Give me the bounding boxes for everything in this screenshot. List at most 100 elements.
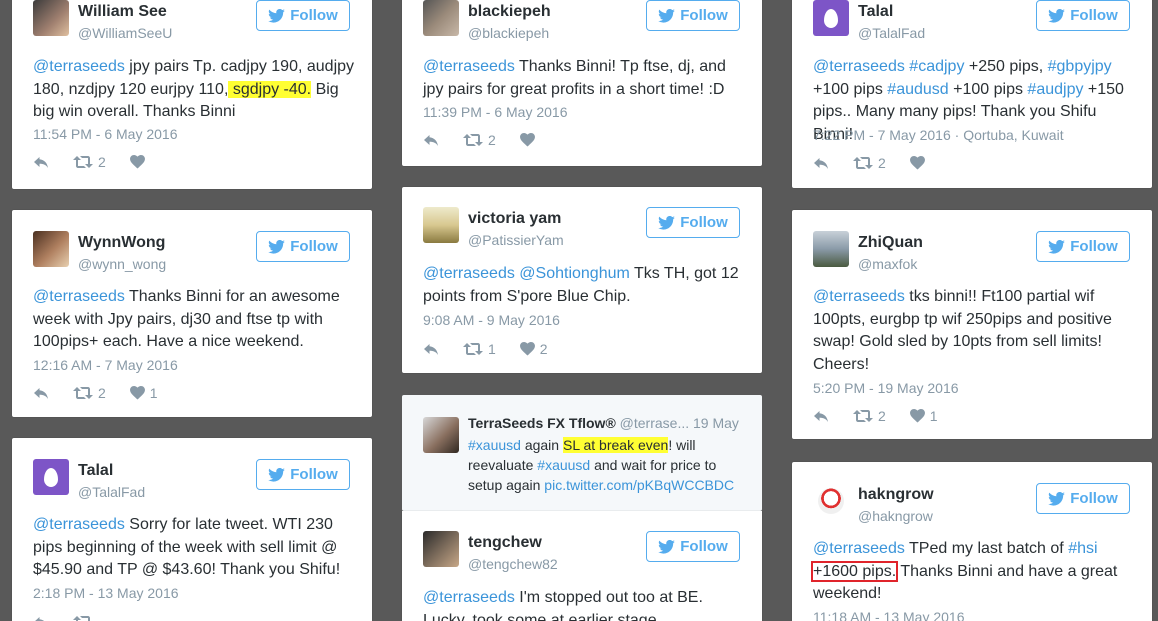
author-handle[interactable]: @WilliamSeeU (78, 25, 172, 41)
hashtag-link[interactable]: #xauusd (468, 437, 521, 453)
hashtag-link[interactable]: #cadjpy (905, 58, 964, 75)
retweet-button[interactable]: 2 (73, 154, 106, 170)
author-handle[interactable]: @hakngrow (858, 508, 933, 524)
retweet-button[interactable]: 2 (463, 132, 496, 148)
author-name[interactable]: Talal (78, 462, 113, 480)
follow-button[interactable]: Follow (256, 0, 350, 31)
author-name[interactable]: Talal (858, 3, 893, 21)
mention-link[interactable]: @terraseeds (423, 265, 515, 282)
avatar[interactable] (33, 0, 69, 36)
avatar[interactable] (813, 0, 849, 36)
reply-button[interactable] (33, 154, 49, 170)
tweet-card-wynnwong: WynnWong @wynn_wong Follow @terraseeds T… (12, 210, 372, 417)
author-handle[interactable]: @wynn_wong (78, 256, 166, 272)
media-link[interactable]: pic.twitter.com/pKBqWCCBDC (544, 477, 734, 493)
mention-link[interactable]: @terraseeds (813, 540, 905, 557)
tweet-text: @terraseeds Thanks Binni! Tp ftse, dj, a… (423, 58, 726, 98)
reply-button[interactable] (813, 408, 829, 424)
hashtag-link[interactable]: #gbpyjpy (1043, 58, 1112, 75)
twitter-bird-icon (268, 240, 285, 254)
follow-button[interactable]: Follow (1036, 0, 1130, 31)
mention-link[interactable]: @terraseeds (423, 58, 515, 75)
mention-link[interactable]: @terraseeds (33, 58, 125, 75)
author-handle[interactable]: @TalalFad (78, 484, 145, 500)
hashtag-link[interactable]: #hsi (1068, 540, 1097, 557)
like-button[interactable]: 1 (130, 385, 158, 401)
avatar[interactable] (423, 417, 459, 453)
retweet-button[interactable]: 2 (853, 408, 886, 424)
like-button[interactable]: 1 (910, 408, 938, 424)
author-handle[interactable]: @maxfok (858, 256, 917, 272)
hashtag-link[interactable]: #audjpy (1023, 81, 1083, 98)
mention-link[interactable]: @terraseeds (423, 589, 515, 606)
author-handle[interactable]: @TalalFad (858, 25, 925, 41)
heart-icon (130, 386, 145, 400)
like-button[interactable]: 2 (520, 341, 548, 357)
avatar[interactable] (813, 231, 849, 267)
author-name[interactable]: tengchew (468, 534, 542, 552)
follow-button[interactable]: Follow (256, 231, 350, 262)
twitter-bird-icon (1048, 492, 1065, 506)
follow-button[interactable]: Follow (646, 531, 740, 562)
author-handle[interactable]: @PatissierYam (468, 232, 564, 248)
mention-link[interactable]: @terraseeds (33, 288, 125, 305)
avatar[interactable] (423, 207, 459, 243)
like-count: 1 (929, 408, 938, 424)
tweet-timestamp[interactable]: 9:08 AM - 9 May 2016 (423, 312, 560, 328)
avatar[interactable] (33, 231, 69, 267)
author-name[interactable]: William See (78, 3, 167, 21)
tweet-timestamp[interactable]: 11:54 PM - 6 May 2016 (33, 126, 177, 142)
follow-button[interactable]: Follow (646, 207, 740, 238)
twitter-bird-icon (268, 9, 285, 23)
tweet-location[interactable]: · Qortuba, Kuwait (951, 127, 1064, 143)
tweet-timestamp[interactable]: 2:18 PM - 13 May 2016 (33, 585, 179, 601)
like-button[interactable] (910, 156, 925, 170)
like-button[interactable] (130, 155, 145, 169)
author-name[interactable]: TerraSeeds FX Tflow® (468, 415, 616, 431)
avatar[interactable] (813, 483, 849, 519)
hashtag-link[interactable]: #audusd (883, 81, 948, 98)
mention-link[interactable]: @terraseeds (813, 58, 905, 75)
lucky-cat-icon (818, 488, 844, 514)
author-name[interactable]: WynnWong (78, 234, 165, 252)
retweet-button[interactable] (73, 614, 93, 621)
author-name[interactable]: hakngrow (858, 486, 934, 504)
reply-button[interactable] (423, 132, 439, 148)
avatar[interactable] (423, 0, 459, 36)
tweet-timestamp[interactable]: 12:16 AM - 7 May 2016 (33, 357, 178, 373)
reply-button[interactable] (423, 341, 439, 357)
author-handle[interactable]: @blackiepeh (468, 25, 549, 41)
retweet-button[interactable]: 1 (463, 341, 496, 357)
mention-link[interactable]: @terraseeds (33, 516, 125, 533)
egg-avatar-icon (824, 8, 838, 28)
mention-link[interactable]: @terraseeds (813, 288, 905, 305)
retweet-button[interactable]: 2 (73, 385, 106, 401)
tweet-meta: 7:22 PM - 7 May 2016 · Qortuba, Kuwait (813, 127, 1064, 143)
reply-button[interactable] (813, 155, 829, 171)
author-handle[interactable]: @tengchew82 (468, 556, 558, 572)
reply-button[interactable] (33, 614, 49, 621)
retweet-count: 2 (878, 408, 886, 424)
follow-button[interactable]: Follow (256, 459, 350, 490)
tweet-timestamp[interactable]: 5:20 PM - 19 May 2016 (813, 380, 959, 396)
follow-button[interactable]: Follow (1036, 483, 1130, 514)
author-name[interactable]: blackiepeh (468, 3, 551, 21)
tweet-timestamp[interactable]: 11:18 AM - 13 May 2016 (813, 609, 965, 621)
avatar[interactable] (423, 531, 459, 567)
highlighted-text: sgdjpy -40. (228, 80, 312, 98)
tweet-timestamp[interactable]: 7:22 PM - 7 May 2016 (813, 127, 951, 143)
mention-link[interactable]: @Sohtionghum (515, 265, 630, 282)
tweet-timestamp[interactable]: 11:39 PM - 6 May 2016 (423, 104, 567, 120)
hashtag-link[interactable]: #xauusd (537, 457, 590, 473)
follow-button[interactable]: Follow (1036, 231, 1130, 262)
tweet-card-hakngrow: hakngrow @hakngrow Follow @terraseeds TP… (792, 462, 1152, 621)
reply-button[interactable] (33, 385, 49, 401)
avatar[interactable] (33, 459, 69, 495)
retweet-icon (463, 132, 483, 148)
retweet-button[interactable]: 2 (853, 155, 886, 171)
follow-button[interactable]: Follow (646, 0, 740, 31)
author-name[interactable]: victoria yam (468, 210, 561, 228)
author-name[interactable]: ZhiQuan (858, 234, 923, 252)
quoted-tweet[interactable]: TerraSeeds FX Tflow® @terrase... 19 May … (402, 395, 762, 511)
like-button[interactable] (520, 133, 535, 147)
